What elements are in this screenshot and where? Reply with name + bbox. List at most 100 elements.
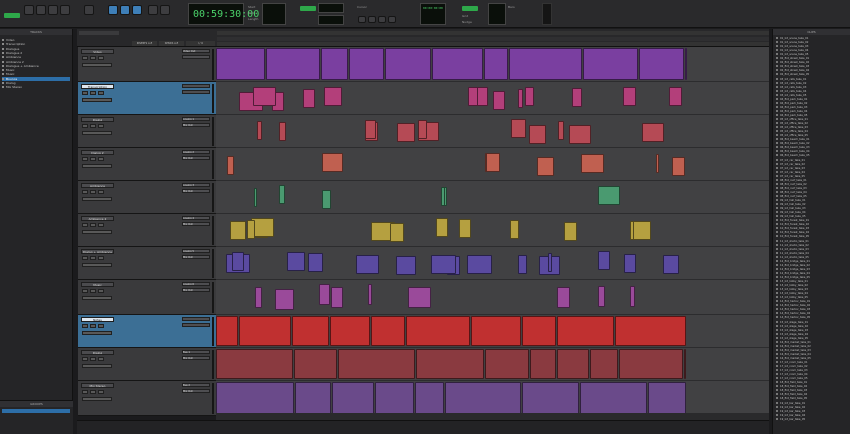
- audio-clip[interactable]: [430, 254, 456, 274]
- selector-tool-button[interactable]: [120, 5, 130, 15]
- input-selector[interactable]: [182, 317, 210, 321]
- audio-clip[interactable]: [548, 253, 553, 273]
- input-selector[interactable]: [182, 84, 210, 88]
- timeline-rulers[interactable]: INSERTS A-E SENDS A-E I / O: [77, 29, 769, 47]
- track-view-selector[interactable]: [82, 331, 112, 335]
- audio-clip[interactable]: [632, 220, 651, 240]
- output-selector[interactable]: Mix Out: [182, 156, 210, 160]
- audio-clip[interactable]: [571, 88, 583, 108]
- mute-button[interactable]: [98, 289, 104, 293]
- mute-button[interactable]: [98, 56, 104, 60]
- horizontal-scrollbar[interactable]: [216, 413, 769, 420]
- track-name[interactable]: Ambience: [81, 183, 114, 188]
- visibility-icon[interactable]: [2, 86, 4, 89]
- record-enable-button[interactable]: [82, 256, 88, 260]
- audio-clip[interactable]: [384, 48, 432, 80]
- audio-clip[interactable]: [563, 222, 577, 242]
- solo-button[interactable]: [90, 390, 96, 394]
- track-name[interactable]: Transcription: [81, 84, 114, 89]
- track-header[interactable]: Dialog Analog 1 Mix Out: [78, 115, 216, 148]
- trim-tool-button[interactable]: [108, 5, 118, 15]
- audio-clip[interactable]: [414, 382, 445, 413]
- audio-clip[interactable]: [349, 48, 384, 80]
- output-selector[interactable]: Mix Out: [182, 288, 210, 292]
- audio-clip[interactable]: [291, 316, 329, 346]
- audio-clip[interactable]: [619, 349, 683, 379]
- transport-rewind-button[interactable]: [358, 16, 366, 23]
- track-header[interactable]: Transcription: [78, 82, 216, 115]
- input-selector[interactable]: Analog 2: [182, 150, 210, 154]
- zoom-preset-button[interactable]: [24, 5, 34, 15]
- audio-clip[interactable]: [521, 316, 556, 346]
- audio-clip[interactable]: [253, 188, 258, 208]
- audio-clip[interactable]: [557, 120, 564, 140]
- timecode-ruler[interactable]: [217, 31, 769, 35]
- track-lane[interactable]: [216, 47, 769, 82]
- audio-clip[interactable]: [483, 48, 509, 80]
- track-view-selector[interactable]: [82, 397, 112, 401]
- audio-clip[interactable]: [321, 153, 343, 172]
- audio-clip[interactable]: [407, 287, 431, 309]
- solo-button[interactable]: [90, 157, 96, 161]
- solo-button[interactable]: [90, 124, 96, 128]
- sync-indicator[interactable]: [462, 6, 478, 11]
- solo-button[interactable]: [90, 324, 96, 328]
- visibility-icon[interactable]: [2, 47, 4, 50]
- output-selector[interactable]: [182, 323, 210, 327]
- audio-clip[interactable]: [466, 254, 492, 274]
- audio-clip[interactable]: [278, 121, 287, 141]
- audio-clip[interactable]: [669, 87, 683, 107]
- audio-clip[interactable]: [440, 187, 446, 207]
- track-view-selector[interactable]: [82, 197, 112, 201]
- audio-clip[interactable]: [648, 382, 686, 413]
- audio-clip[interactable]: [337, 349, 415, 379]
- audio-clip[interactable]: [615, 316, 686, 346]
- input-selector[interactable]: Analog 1: [182, 117, 210, 121]
- input-selector[interactable]: Bus 1: [182, 350, 210, 354]
- audio-clip[interactable]: [216, 349, 293, 379]
- track-lane[interactable]: [216, 348, 769, 381]
- bars-ruler[interactable]: [217, 42, 769, 46]
- audio-clip[interactable]: [671, 157, 685, 177]
- visibility-icon[interactable]: [2, 69, 4, 72]
- audio-clip[interactable]: [418, 120, 427, 140]
- audio-clip[interactable]: [655, 154, 660, 174]
- solo-button[interactable]: [90, 56, 96, 60]
- output-selector[interactable]: [182, 90, 210, 94]
- audio-clip[interactable]: [324, 86, 342, 106]
- audio-clip[interactable]: [251, 218, 274, 238]
- track-header[interactable]: Music Analog 6 Mix Out: [78, 280, 216, 315]
- audio-clip[interactable]: [536, 157, 555, 177]
- audio-clip[interactable]: [368, 284, 372, 306]
- track-list-item[interactable]: Mix Stereo: [2, 85, 22, 89]
- solo-button[interactable]: [90, 223, 96, 227]
- audio-clip[interactable]: [556, 316, 615, 346]
- track-name[interactable]: Dialog: [81, 350, 114, 355]
- zoom-preset-button[interactable]: [48, 5, 58, 15]
- record-enable-button[interactable]: [82, 91, 88, 95]
- audio-clip[interactable]: [471, 316, 521, 346]
- audio-clip[interactable]: [486, 152, 500, 172]
- audio-clip[interactable]: [525, 87, 535, 107]
- audio-clip[interactable]: [286, 252, 305, 271]
- track-header[interactable]: Ambience Analog 3 Mix Out: [78, 181, 216, 214]
- audio-clip[interactable]: [321, 189, 332, 209]
- track-header[interactable]: Dialog 2 Analog 2 Mix Out: [78, 148, 216, 181]
- track-lane[interactable]: [216, 247, 769, 280]
- audio-clip[interactable]: [622, 87, 637, 107]
- record-enable-button[interactable]: [82, 289, 88, 293]
- audio-clip[interactable]: [257, 121, 262, 141]
- output-selector[interactable]: Mix Out: [182, 123, 210, 127]
- mute-button[interactable]: [98, 324, 104, 328]
- track-lane[interactable]: [216, 181, 769, 214]
- audio-clip[interactable]: [266, 48, 321, 80]
- track-view-selector[interactable]: [82, 263, 112, 267]
- track-lane[interactable]: [216, 315, 769, 348]
- mute-button[interactable]: [98, 190, 104, 194]
- audio-clip[interactable]: [406, 316, 471, 346]
- track-view-selector[interactable]: [82, 296, 112, 300]
- audio-clip[interactable]: [568, 124, 591, 144]
- transport-play-button[interactable]: [378, 16, 386, 23]
- track-view-selector[interactable]: [82, 98, 112, 102]
- audio-clip[interactable]: [329, 316, 371, 346]
